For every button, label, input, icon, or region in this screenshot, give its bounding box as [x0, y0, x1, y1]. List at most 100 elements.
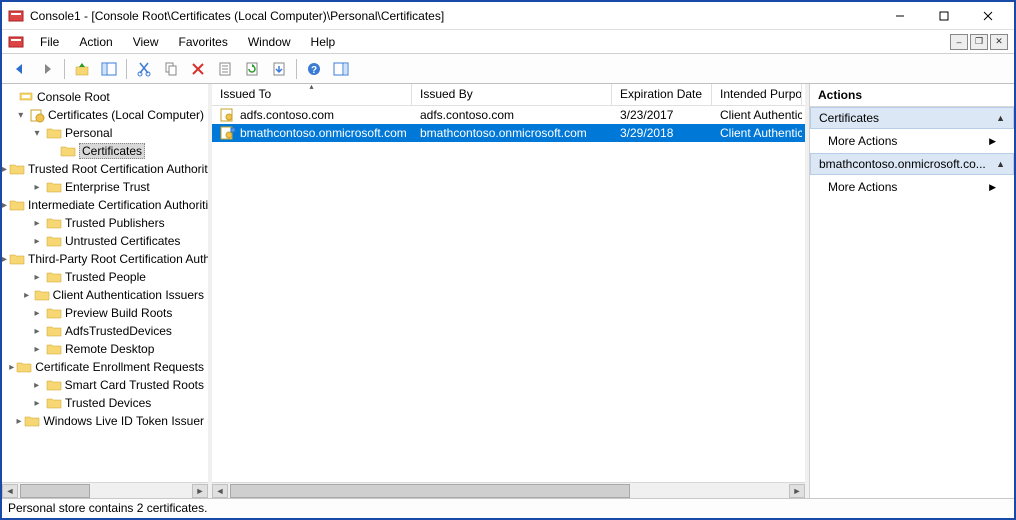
tree-store[interactable]: ▸ Certificate Enrollment Requests [2, 358, 208, 376]
mdi-restore-button[interactable]: ❐ [970, 34, 988, 50]
tree-toggle-icon[interactable]: ▸ [30, 398, 44, 409]
list-horizontal-scrollbar[interactable]: ◄ ► [212, 482, 805, 498]
certificate-row[interactable]: adfs.contoso.comadfs.contoso.com3/23/201… [212, 106, 805, 124]
refresh-button[interactable] [240, 57, 264, 81]
menu-action[interactable]: Action [69, 32, 122, 52]
tree-toggle-icon[interactable]: ▸ [30, 326, 44, 337]
more-actions-selected-cert[interactable]: More Actions ▶ [810, 175, 1014, 199]
submenu-icon: ▶ [989, 136, 996, 147]
tree-store[interactable]: ▸ Enterprise Trust [2, 178, 208, 196]
status-text: Personal store contains 2 certificates. [8, 501, 207, 515]
tree-toggle-icon[interactable]: ▸ [2, 164, 7, 175]
column-expiration-date[interactable]: Expiration Date [612, 84, 712, 105]
tree-store[interactable]: ▸Windows Live ID Token Issuer [2, 412, 208, 430]
cell-issued-to: adfs.contoso.com [212, 108, 412, 122]
tree-item-label: Certificate Enrollment Requests [35, 360, 204, 374]
tree-item-label: Enterprise Trust [65, 180, 150, 194]
tree-toggle-icon[interactable]: ▸ [2, 254, 7, 265]
column-issued-to[interactable]: Issued To▴ [212, 84, 412, 105]
scroll-left-button[interactable]: ◄ [2, 484, 18, 498]
tree-store[interactable]: ▸Intermediate Certification Authorities [2, 196, 208, 214]
mdi-close-button[interactable]: ✕ [990, 34, 1008, 50]
folder-icon [9, 197, 25, 213]
actions-section-certificates[interactable]: Certificates ▲ [810, 107, 1014, 129]
maximize-button[interactable] [922, 3, 966, 29]
tree-store[interactable]: ▸AdfsTrustedDevices [2, 322, 208, 340]
tree-store[interactable]: ▸Trusted Publishers [2, 214, 208, 232]
scroll-thumb[interactable] [230, 484, 630, 498]
minimize-button[interactable] [878, 3, 922, 29]
mdi-minimize-button[interactable]: – [950, 34, 968, 50]
menu-view[interactable]: View [123, 32, 169, 52]
scroll-left-button[interactable]: ◄ [212, 484, 228, 498]
tree-toggle-icon[interactable]: ▸ [30, 272, 44, 283]
tree-store[interactable]: ▸Trusted Devices [2, 394, 208, 412]
delete-button[interactable] [186, 57, 210, 81]
certificate-icon [220, 108, 236, 122]
column-intended-purposes[interactable]: Intended Purposes [712, 84, 802, 105]
actions-section-selected-cert[interactable]: bmathcontoso.onmicrosoft.co... ▲ [810, 153, 1014, 175]
tree-store[interactable]: ▸Smart Card Trusted Roots [2, 376, 208, 394]
scroll-thumb[interactable] [20, 484, 90, 498]
close-button[interactable] [966, 3, 1010, 29]
tree-toggle-icon[interactable]: ▸ [9, 362, 14, 373]
column-issued-by[interactable]: Issued By [412, 84, 612, 105]
tree-toggle-icon[interactable]: ▸ [30, 344, 44, 355]
show-hide-action-pane-button[interactable] [329, 57, 353, 81]
tree-toggle-icon[interactable]: ▸ [30, 182, 44, 193]
tree-toggle-icon[interactable]: ▸ [22, 290, 32, 301]
content-area: Console Root▾Certificates (Local Compute… [2, 84, 1014, 498]
scroll-right-button[interactable]: ► [789, 484, 805, 498]
copy-button[interactable] [159, 57, 183, 81]
tree-certificates[interactable]: Certificates [2, 142, 208, 160]
tree-toggle-icon[interactable]: ▾ [30, 128, 44, 139]
tree-store[interactable]: ▸Preview Build Roots [2, 304, 208, 322]
export-list-button[interactable] [267, 57, 291, 81]
tree-store[interactable]: ▸Trusted People [2, 268, 208, 286]
folder-icon [46, 377, 62, 393]
tree-toggle-icon[interactable]: ▸ [30, 218, 44, 229]
tree-toggle-icon[interactable]: ▸ [2, 200, 7, 211]
forward-button[interactable] [35, 57, 59, 81]
tree-store[interactable]: ▸Remote Desktop [2, 340, 208, 358]
tree-toggle-icon[interactable]: ▾ [14, 110, 26, 121]
tree-certificates-local-computer[interactable]: ▾Certificates (Local Computer) [2, 106, 208, 124]
folder-icon [9, 161, 25, 177]
properties-button[interactable] [213, 57, 237, 81]
toolbar-separator [64, 59, 65, 79]
menu-help[interactable]: Help [301, 32, 346, 52]
menu-favorites[interactable]: Favorites [169, 32, 238, 52]
certificate-row[interactable]: bmathcontoso.onmicrosoft.combmathcontoso… [212, 124, 805, 142]
tree-console-root[interactable]: Console Root [2, 88, 208, 106]
actions-pane: Actions Certificates ▲ More Actions ▶ bm… [809, 84, 1014, 498]
tree-pane[interactable]: Console Root▾Certificates (Local Compute… [2, 84, 212, 498]
tree-store[interactable]: ▸Trusted Root Certification Authorities [2, 160, 208, 178]
folder-icon [46, 233, 62, 249]
tree-toggle-icon[interactable]: ▸ [30, 380, 44, 391]
tree-store[interactable]: ▸Untrusted Certificates [2, 232, 208, 250]
folder-icon [46, 269, 62, 285]
tree-personal[interactable]: ▾Personal [2, 124, 208, 142]
scroll-right-button[interactable]: ► [192, 484, 208, 498]
more-actions-certificates[interactable]: More Actions ▶ [810, 129, 1014, 153]
tree-store[interactable]: ▸Third-Party Root Certification Authorit… [2, 250, 208, 268]
tree-toggle-icon[interactable]: ▸ [30, 308, 44, 319]
show-hide-tree-button[interactable] [97, 57, 121, 81]
back-button[interactable] [8, 57, 32, 81]
tree-toggle-icon[interactable]: ▸ [16, 416, 23, 427]
tree-toggle-icon[interactable]: ▸ [30, 236, 44, 247]
folder-icon [46, 305, 62, 321]
help-button[interactable]: ? [302, 57, 326, 81]
tree-horizontal-scrollbar[interactable]: ◄ ► [2, 482, 208, 498]
folder-icon [9, 251, 25, 267]
tree-store[interactable]: ▸Client Authentication Issuers [2, 286, 208, 304]
menu-window[interactable]: Window [238, 32, 301, 52]
list-pane[interactable]: Issued To▴ Issued By Expiration Date Int… [212, 84, 809, 498]
tree-item-label: Intermediate Certification Authorities [28, 198, 212, 212]
menu-file[interactable]: File [30, 32, 69, 52]
cell-issued-by: bmathcontoso.onmicrosoft.com [412, 126, 612, 140]
cut-button[interactable] [132, 57, 156, 81]
up-button[interactable] [70, 57, 94, 81]
cell-issued-to: bmathcontoso.onmicrosoft.com [212, 126, 412, 140]
folder-icon [46, 341, 62, 357]
